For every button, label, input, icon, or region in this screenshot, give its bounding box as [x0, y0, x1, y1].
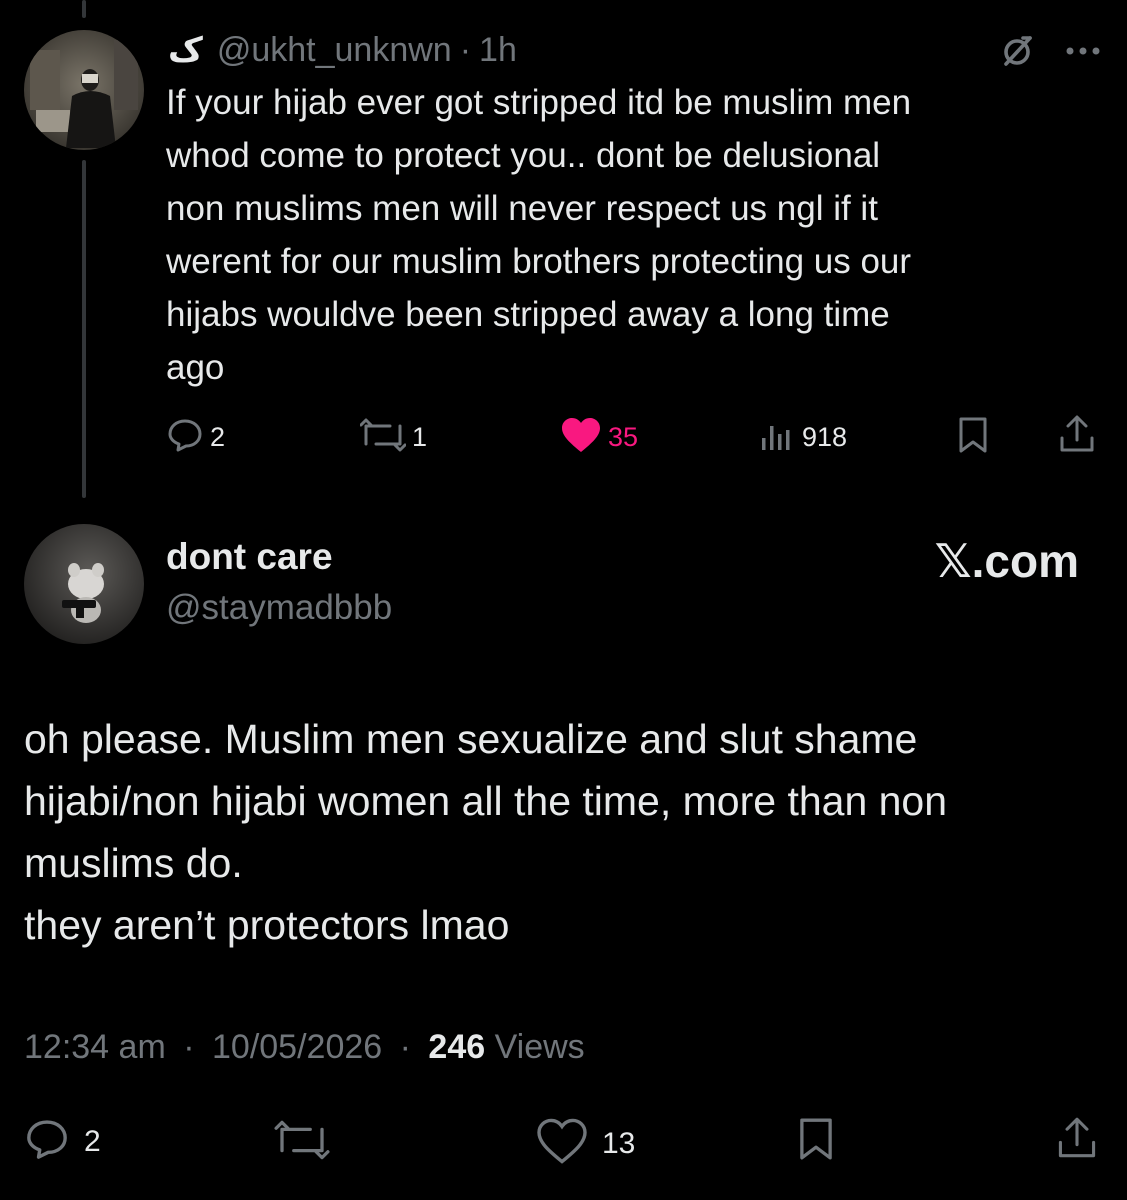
parent-timestamp[interactable]: 1h: [479, 31, 517, 70]
reply-bookmark-button[interactable]: [796, 1116, 836, 1167]
parent-tweet-text: If your hijab ever got stripped itd be m…: [166, 83, 912, 387]
thread-line: [82, 160, 86, 498]
reply-like-button[interactable]: 13: [536, 1118, 635, 1169]
reply-views-count: 246: [428, 1028, 486, 1066]
meta-separator: ·: [183, 1028, 195, 1066]
time-separator: ·: [459, 30, 472, 69]
reply-count: 2: [210, 422, 226, 452]
grok-icon[interactable]: [997, 30, 1037, 75]
share-icon: [1058, 414, 1096, 459]
reply-button[interactable]: 2: [166, 416, 225, 459]
parent-display-name[interactable]: ک: [168, 30, 203, 70]
like-count: 35: [608, 422, 639, 452]
like-icon: [560, 416, 602, 459]
repost-icon: [274, 1120, 330, 1165]
avatar-reply[interactable]: [24, 524, 144, 644]
reply-repost-button[interactable]: [274, 1120, 330, 1165]
reply-reply-button[interactable]: 2: [24, 1116, 101, 1167]
meta-separator: ·: [399, 1028, 411, 1066]
reply-metadata: 12:34 am · 10/05/2026 · 246 Views: [24, 1028, 585, 1067]
avatar-parent[interactable]: [24, 30, 144, 150]
bookmark-icon: [956, 416, 990, 459]
views-button[interactable]: 918: [760, 418, 847, 457]
views-count: 918: [802, 422, 848, 452]
reply-share-button[interactable]: [1056, 1114, 1098, 1167]
like-button[interactable]: 35: [560, 416, 638, 459]
reply-icon: [24, 1116, 70, 1167]
reply-reply-count: 2: [84, 1124, 101, 1158]
reply-tweet-text: oh please. Muslim men sexualize and slut…: [24, 716, 948, 948]
bookmark-button[interactable]: [956, 416, 990, 459]
reply-views-label: Views: [494, 1028, 585, 1066]
more-icon[interactable]: [1065, 44, 1101, 62]
reply-display-name[interactable]: dont care: [166, 536, 333, 578]
reply-handle[interactable]: @staymadbbb: [166, 588, 392, 628]
views-icon: [760, 418, 796, 457]
parent-tweet-header: ک @ukht_unknwn · 1h: [168, 28, 517, 72]
reply-like-count: 13: [602, 1126, 636, 1160]
bookmark-icon: [796, 1116, 836, 1167]
thread-line-top: [82, 0, 86, 18]
repost-count: 1: [412, 422, 428, 452]
parent-handle[interactable]: @ukht_unknwn: [217, 31, 452, 70]
x-com-watermark: 𝕏.com: [934, 535, 1079, 587]
repost-icon: [359, 418, 407, 457]
share-icon: [1056, 1114, 1098, 1167]
share-button[interactable]: [1058, 414, 1096, 459]
like-icon: [536, 1118, 588, 1169]
reply-icon: [166, 416, 204, 459]
parent-top-right-actions: [997, 30, 1101, 75]
repost-button[interactable]: 1: [359, 418, 428, 457]
reply-date[interactable]: 10/05/2026: [212, 1028, 382, 1066]
reply-time[interactable]: 12:34 am: [24, 1028, 166, 1066]
